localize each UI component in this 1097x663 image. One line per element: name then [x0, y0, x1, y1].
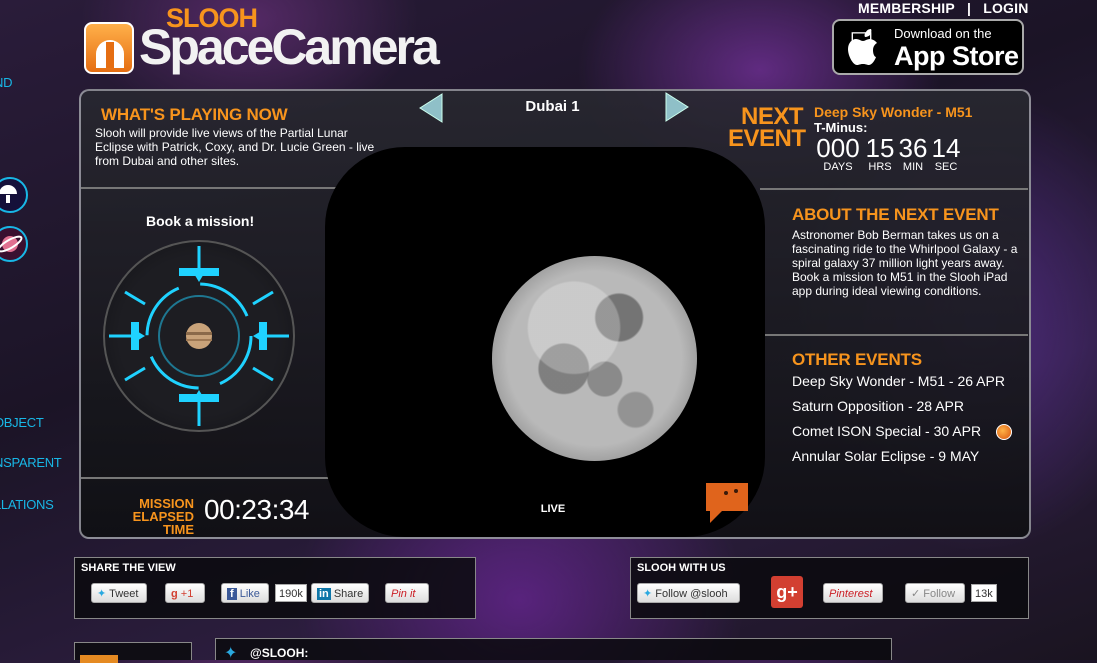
linkedin-share-button[interactable]: in Share	[311, 583, 369, 603]
divider	[760, 334, 1028, 336]
follow-count: 13k	[971, 584, 997, 602]
countdown-hrs: 15 HRS	[864, 135, 896, 173]
appstore-line2: App Store	[894, 41, 1019, 71]
bottom-logo-icon	[80, 655, 118, 663]
gplus-icon: g	[171, 588, 178, 600]
other-event-item[interactable]: Comet ISON Special - 30 APR	[792, 423, 981, 439]
mission-elapsed-label: MISSION ELAPSED TIME	[100, 497, 194, 536]
next-line2: EVENT	[728, 125, 806, 152]
slooh-with-us-title: SLOOH WITH US	[637, 562, 726, 574]
facebook-icon: f	[227, 588, 237, 600]
countdown-min: 36 MIN	[897, 135, 929, 173]
google-plus-icon[interactable]: g+	[771, 576, 803, 608]
left-nav-item-4[interactable]: LLATIONS	[0, 497, 54, 512]
other-event-item[interactable]: Annular Solar Eclipse - 9 MAY	[792, 448, 979, 464]
share-the-view-box: SHARE THE VIEW ✦ Tweet g +1 f Like 190k …	[74, 557, 476, 619]
tweet-label: Tweet	[109, 588, 139, 600]
gplus-one-button[interactable]: g +1	[165, 583, 205, 603]
featured-event-icon[interactable]	[996, 424, 1012, 440]
twitter-bird-icon: ✦	[97, 588, 107, 600]
camera-name: Dubai 1	[525, 98, 580, 115]
other-event-item[interactable]: Saturn Opposition - 28 APR	[792, 398, 964, 414]
left-nav-item-3[interactable]: NSPARENT	[0, 455, 62, 470]
countdown-days: 000 DAYS	[814, 135, 862, 173]
left-nav-item-2[interactable]: OBJECT	[0, 415, 44, 430]
follow-button[interactable]: ✓ Follow	[905, 583, 965, 603]
slooh-logo-icon[interactable]	[84, 22, 134, 74]
sec-value: 14	[931, 133, 961, 163]
like-label: Like	[239, 588, 260, 600]
linkedin-icon: in	[317, 588, 331, 600]
hrs-label: HRS	[868, 161, 892, 173]
now-playing-body: Slooh will provide live views of the Par…	[95, 126, 375, 168]
twitter-feed-box: ✦ @SLOOH:	[215, 638, 892, 662]
days-value: 000	[816, 133, 860, 163]
about-heading: ABOUT THE NEXT EVENT	[792, 205, 999, 224]
gplus-label: +1	[180, 588, 194, 600]
twitter-handle[interactable]: @SLOOH:	[250, 646, 308, 660]
apple-logo-icon	[848, 29, 877, 65]
divider	[81, 187, 346, 189]
prev-camera-arrow-icon[interactable]	[418, 93, 444, 123]
divider	[760, 188, 1028, 190]
mission-reticle[interactable]	[103, 240, 295, 432]
check-icon: ✓	[911, 588, 921, 600]
twitter-bird-icon: ✦	[224, 645, 238, 662]
bottom-logo-box	[74, 642, 192, 663]
follow-label: Follow	[923, 588, 956, 600]
book-mission-label[interactable]: Book a mission!	[146, 213, 254, 229]
share-title: SHARE THE VIEW	[81, 562, 176, 574]
follow-twitter-label: Follow @slooh	[655, 588, 728, 600]
mission-elapsed-time: 00:23:34	[204, 494, 310, 525]
follow-twitter-button[interactable]: ✦ Follow @slooh	[637, 583, 740, 603]
slooh-with-us-box: SLOOH WITH US ✦ Follow @slooh g+ Pintere…	[630, 557, 1029, 619]
next-camera-arrow-icon[interactable]	[664, 92, 690, 122]
countdown-sec: 14 SEC	[930, 135, 962, 173]
twitter-bird-icon: ✦	[643, 588, 653, 600]
top-links: MEMBERSHIP | LOGIN	[858, 0, 1029, 16]
elapsed-line2: ELAPSED TIME	[132, 509, 194, 537]
appstore-line1: Download on the	[894, 26, 992, 41]
share-label: Share	[333, 588, 364, 600]
login-link[interactable]: LOGIN	[983, 0, 1028, 16]
reticle-icon	[109, 246, 289, 426]
left-nav-telescope-icon[interactable]	[0, 177, 28, 213]
min-value: 36	[898, 133, 928, 163]
sec-label: SEC	[934, 161, 958, 173]
membership-link[interactable]: MEMBERSHIP	[858, 0, 955, 16]
live-label: LIVE	[540, 503, 566, 515]
other-events-heading: OTHER EVENTS	[792, 350, 922, 369]
left-nav-saturn-icon[interactable]	[0, 226, 28, 262]
facebook-like-button[interactable]: f Like	[221, 583, 269, 603]
left-nav-item-1[interactable]: ND	[0, 75, 12, 90]
tweet-button[interactable]: ✦ Tweet	[91, 583, 147, 603]
hrs-value: 15	[865, 133, 895, 163]
brand-main[interactable]: SpaceCamera	[139, 22, 440, 72]
pinterest-button[interactable]: Pinterest	[823, 583, 883, 603]
chat-bubble-icon[interactable]	[704, 481, 750, 525]
other-event-item[interactable]: Deep Sky Wonder - M51 - 26 APR	[792, 373, 1005, 389]
app-store-button[interactable]:  Download on the App Store	[832, 19, 1024, 75]
next-event-title[interactable]: Deep Sky Wonder - M51	[814, 104, 972, 120]
about-body: Astronomer Bob Berman takes us on a fasc…	[792, 228, 1018, 298]
link-separator: |	[967, 0, 972, 16]
next-event-label: NEXT EVENT	[728, 105, 806, 152]
like-count: 190k	[275, 584, 307, 602]
now-playing-heading: WHAT'S PLAYING NOW	[101, 105, 288, 124]
divider	[81, 477, 346, 479]
moon-image	[492, 256, 697, 461]
pinit-button[interactable]: Pin it	[385, 583, 429, 603]
